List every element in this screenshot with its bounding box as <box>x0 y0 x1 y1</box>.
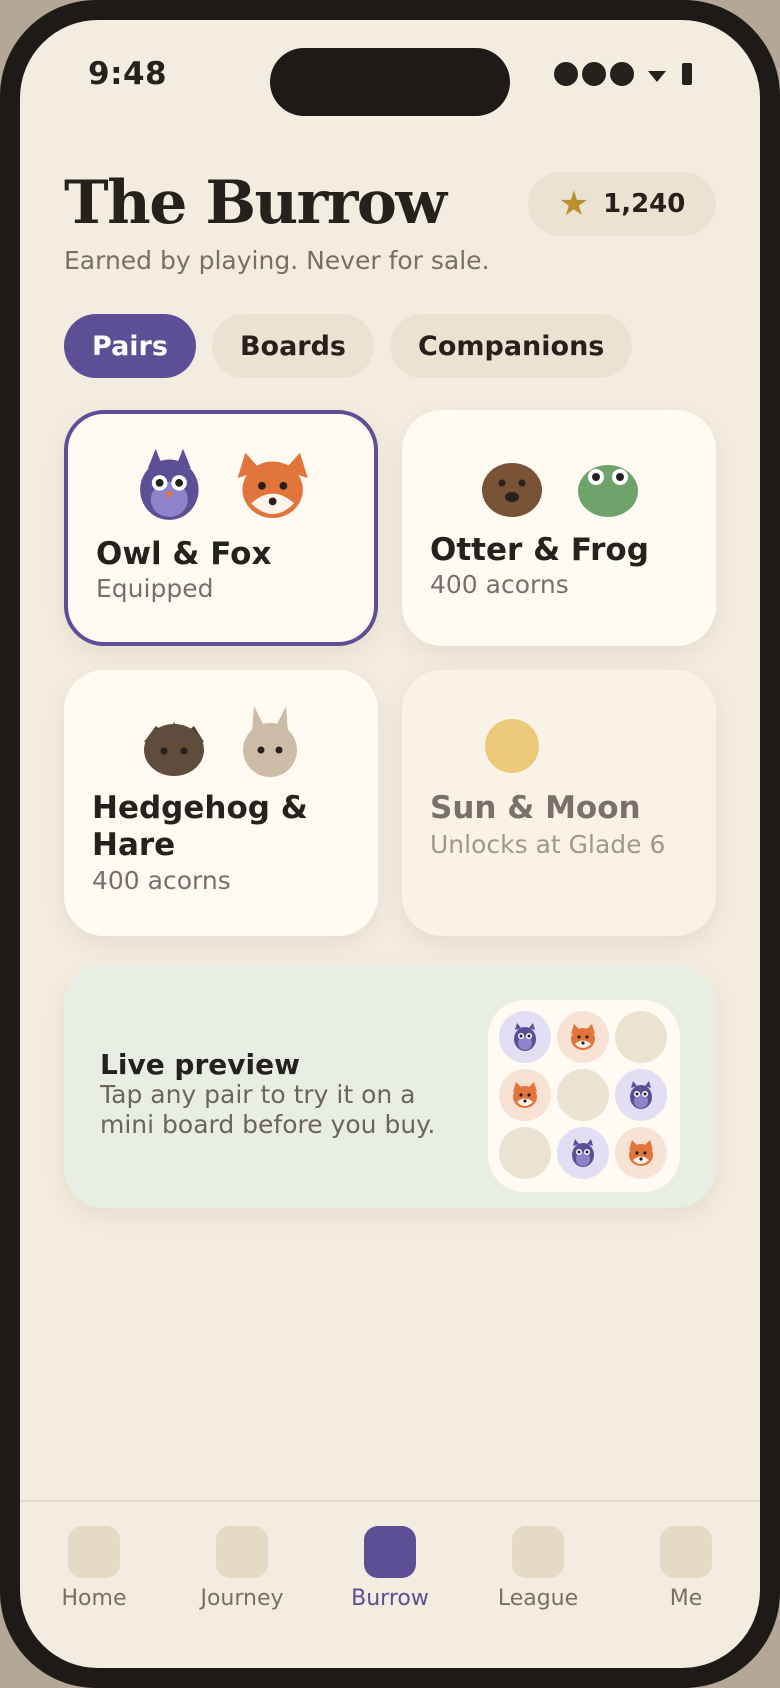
category-tabs: Pairs Boards Companions <box>64 314 633 378</box>
hedgehog-icon <box>144 722 204 776</box>
fox-icon <box>568 1022 598 1052</box>
pair-card-hedgehog-hare[interactable]: Hedgehog & Hare 400 acorns <box>64 670 378 936</box>
battery-icon <box>682 63 692 85</box>
board-tile-owl[interactable] <box>557 1127 609 1179</box>
pair-price: 400 acorns <box>430 570 569 599</box>
live-preview-panel[interactable]: Live preview Tap any pair to try it on a… <box>64 964 716 1208</box>
nav-journey[interactable]: Journey <box>168 1526 316 1611</box>
nav-home[interactable]: Home <box>20 1526 168 1611</box>
pair-name: Owl & Fox <box>96 536 272 572</box>
tab-boards[interactable]: Boards <box>211 314 374 378</box>
wifi-icon <box>648 70 666 82</box>
pair-price: 400 acorns <box>92 866 231 895</box>
page-title: The Burrow <box>64 168 447 238</box>
unlock-requirement: Unlocks at Glade 6 <box>430 830 666 859</box>
board-tile-empty[interactable] <box>557 1069 609 1121</box>
pair-name: Otter & Frog <box>430 532 649 568</box>
dynamic-island <box>270 48 510 116</box>
tab-pairs[interactable]: Pairs <box>64 314 196 378</box>
pair-status: Equipped <box>96 574 214 603</box>
board-tile-empty[interactable] <box>615 1011 667 1063</box>
acorn-balance[interactable]: ★ 1,240 <box>528 172 716 236</box>
tab-companions[interactable]: Companions <box>390 314 633 378</box>
nav-label: Home <box>61 1586 127 1611</box>
pair-art <box>485 719 539 773</box>
fox-icon <box>237 452 308 518</box>
phone-frame: 9:48 The Burrow Earned by playing. Never… <box>0 0 780 1688</box>
pair-name: Hedgehog & Hare <box>92 790 308 863</box>
league-icon <box>512 1526 564 1578</box>
fox-icon <box>626 1138 656 1168</box>
acorn-count: 1,240 <box>603 189 686 219</box>
owl-icon <box>626 1079 656 1111</box>
app-screen: 9:48 The Burrow Earned by playing. Never… <box>20 20 760 1668</box>
pair-art <box>140 448 308 520</box>
board-tile-fox[interactable] <box>615 1127 667 1179</box>
mini-board[interactable] <box>488 1000 680 1192</box>
nav-label: Burrow <box>351 1586 429 1611</box>
preview-title: Live preview <box>100 1048 300 1081</box>
signal-icon <box>610 62 634 86</box>
pair-art <box>144 706 297 777</box>
star-icon: ★ <box>558 184 590 224</box>
journey-icon <box>216 1526 268 1578</box>
page-subtitle: Earned by playing. Never for sale. <box>64 246 490 275</box>
pair-name: Sun & Moon <box>430 790 641 826</box>
pair-card-sun-moon[interactable]: Sun & Moon Unlocks at Glade 6 <box>402 670 716 936</box>
fox-icon <box>510 1080 540 1110</box>
nav-divider <box>20 1500 760 1502</box>
board-tile-owl[interactable] <box>499 1011 551 1063</box>
signal-icon <box>554 62 578 86</box>
home-icon <box>68 1526 120 1578</box>
nav-label: Me <box>669 1586 703 1611</box>
profile-icon <box>660 1526 712 1578</box>
status-time: 9:48 <box>88 56 168 92</box>
frog-icon <box>578 465 638 517</box>
status-icons <box>554 62 692 86</box>
nav-me[interactable]: Me <box>612 1526 760 1611</box>
pair-card-otter-frog[interactable]: Otter & Frog 400 acorns <box>402 410 716 646</box>
hare-icon <box>243 706 297 777</box>
nav-label: League <box>497 1586 579 1611</box>
owl-icon <box>140 448 199 520</box>
pair-art <box>482 463 638 517</box>
nav-league[interactable]: League <box>464 1526 612 1611</box>
board-tile-owl[interactable] <box>615 1069 667 1121</box>
sun-icon <box>485 719 539 773</box>
board-tile-fox[interactable] <box>499 1069 551 1121</box>
nav-label: Journey <box>200 1586 284 1611</box>
signal-icon <box>582 62 606 86</box>
owl-icon <box>510 1021 540 1053</box>
pair-card-owl-fox[interactable]: Owl & Fox Equipped <box>64 410 378 646</box>
preview-description: Tap any pair to try it on a mini board b… <box>100 1080 436 1139</box>
owl-icon <box>568 1137 598 1169</box>
otter-icon <box>482 463 542 517</box>
nav-burrow[interactable]: Burrow <box>316 1526 464 1611</box>
burrow-icon <box>364 1526 416 1578</box>
board-tile-empty[interactable] <box>499 1127 551 1179</box>
board-tile-fox[interactable] <box>557 1011 609 1063</box>
bottom-nav: Home Journey Burrow League Me <box>20 1526 760 1636</box>
